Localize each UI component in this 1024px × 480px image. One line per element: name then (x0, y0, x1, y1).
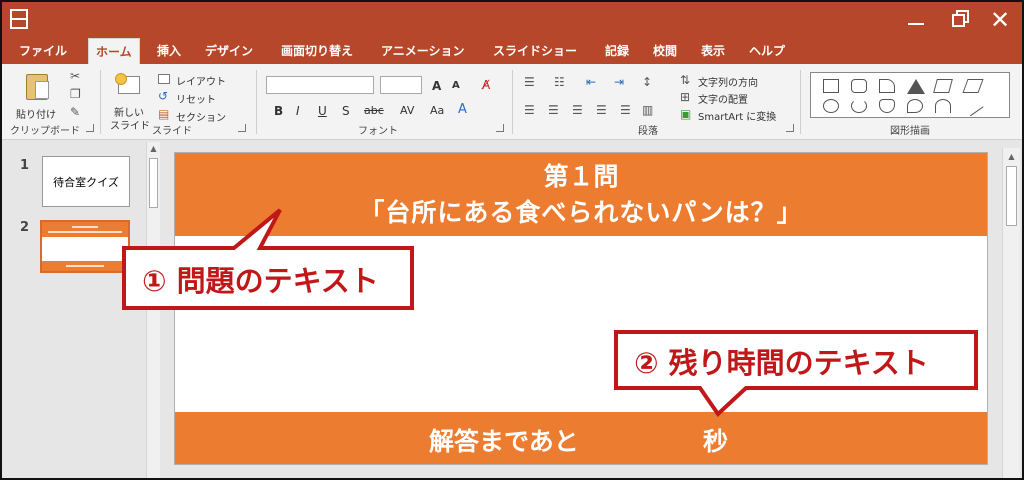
question-callout-label: ① 問題のテキスト (142, 264, 379, 298)
timer-callout-label: ② 残り時間のテキスト (634, 346, 929, 380)
annotation-layer (122, 208, 978, 418)
powerpoint-window: ✕ ファイル ホーム 挿入 デザイン 画面切り替え アニメーション スライドショ… (0, 0, 1024, 480)
